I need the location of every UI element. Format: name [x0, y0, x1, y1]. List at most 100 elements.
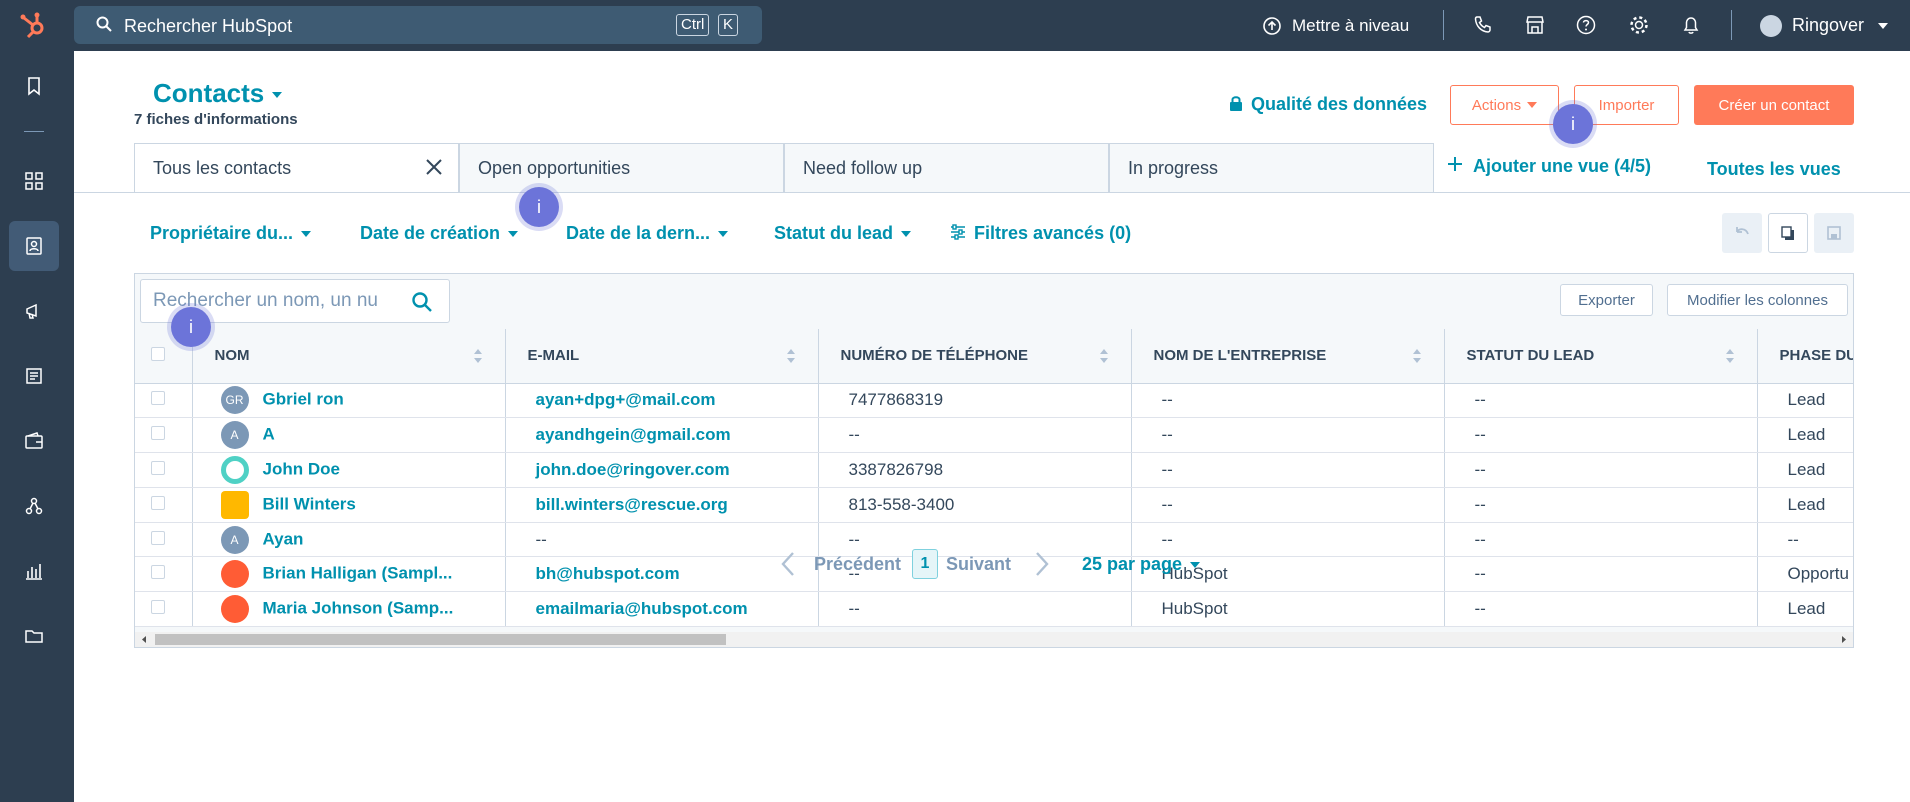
column-header-company[interactable]: NOM DE L'ENTREPRISE: [1131, 329, 1445, 384]
sidebar-item-commerce[interactable]: [9, 416, 59, 466]
contact-name-link[interactable]: John Doe: [263, 459, 340, 478]
reset-view-button[interactable]: [1722, 213, 1762, 253]
global-search-bar[interactable]: Rechercher HubSpot Ctrl K: [74, 6, 762, 44]
tab-open-opportunities[interactable]: Open opportunities: [459, 143, 784, 193]
account-menu[interactable]: Ringover: [1760, 0, 1889, 51]
actions-button[interactable]: Actions: [1450, 85, 1559, 125]
tour-beacon-table[interactable]: i: [171, 307, 211, 347]
row-checkbox[interactable]: [151, 391, 165, 406]
scroll-right-icon[interactable]: [1839, 632, 1849, 647]
filter-lead-status[interactable]: Statut du lead: [774, 223, 912, 244]
upgrade-button[interactable]: Mettre à niveau: [1262, 0, 1409, 51]
cell-lifecycle: Lead: [1757, 487, 1853, 523]
sidebar-item-marketing[interactable]: [9, 286, 59, 336]
record-count: 7 fiches d'informations: [134, 111, 298, 128]
contacts-table-container: Exporter Modifier les colonnes NOM E-MAI…: [134, 273, 1854, 648]
row-checkbox[interactable]: [151, 565, 165, 580]
search-icon[interactable]: [411, 291, 433, 313]
marketplace-icon[interactable]: [1523, 13, 1547, 37]
contact-name-link[interactable]: A: [263, 425, 275, 444]
all-views-link[interactable]: Toutes les vues: [1707, 159, 1841, 180]
tour-beacon-filters[interactable]: i: [519, 187, 559, 227]
tab-label: Open opportunities: [478, 158, 631, 178]
filter-last-activity-date[interactable]: Date de la dern...: [566, 223, 729, 244]
next-page-button[interactable]: Suivant: [946, 554, 1011, 575]
sidebar-item-workspaces[interactable]: [9, 156, 59, 206]
column-header-phone[interactable]: NUMÉRO DE TÉLÉPHONE: [818, 329, 1132, 384]
sort-icon[interactable]: [473, 348, 483, 364]
column-header-email[interactable]: E-MAIL: [505, 329, 819, 384]
filter-create-date[interactable]: Date de création: [360, 223, 519, 244]
contact-name-link[interactable]: Ayan: [263, 529, 304, 548]
contact-name-link[interactable]: Brian Halligan (Sampl...: [263, 564, 453, 583]
contact-name-link[interactable]: Bill Winters: [263, 494, 356, 513]
lock-icon: [1230, 96, 1242, 111]
row-checkbox[interactable]: [151, 426, 165, 441]
page-title[interactable]: Contacts: [153, 78, 283, 109]
column-header-lead-status[interactable]: STATUT DU LEAD: [1444, 329, 1758, 384]
email-link[interactable]: bh@hubspot.com: [536, 564, 680, 583]
tour-beacon-import[interactable]: i: [1553, 104, 1593, 144]
tab-in-progress[interactable]: In progress: [1109, 143, 1434, 193]
phone-icon[interactable]: [1471, 13, 1495, 37]
advanced-filters-button[interactable]: Filtres avancés (0): [950, 223, 1131, 244]
row-checkbox[interactable]: [151, 530, 165, 545]
email-link[interactable]: ayandhgein@gmail.com: [536, 425, 731, 444]
scroll-left-icon[interactable]: [139, 632, 149, 647]
sort-icon[interactable]: [786, 348, 796, 364]
chevron-down-icon: [301, 231, 312, 238]
contact-name-link[interactable]: Maria Johnson (Samp...: [263, 599, 454, 618]
select-all-checkbox[interactable]: [151, 346, 165, 361]
export-button[interactable]: Exporter: [1560, 284, 1653, 316]
sort-icon[interactable]: [1099, 348, 1109, 364]
email-link[interactable]: bill.winters@rescue.org: [536, 495, 728, 514]
create-contact-button[interactable]: Créer un contact: [1694, 85, 1854, 125]
sidebar-item-reporting[interactable]: [9, 546, 59, 596]
tab-all-contacts[interactable]: Tous les contacts: [134, 143, 459, 193]
cell-company: --: [1131, 487, 1445, 523]
hubspot-logo-icon[interactable]: [18, 9, 50, 41]
previous-page-button[interactable]: Précédent: [814, 554, 901, 575]
upgrade-arrow-icon: [1263, 16, 1281, 35]
filter-owner[interactable]: Propriétaire du...: [150, 223, 312, 244]
column-header-name[interactable]: NOM: [192, 329, 506, 384]
close-icon[interactable]: [424, 157, 444, 177]
chevron-right-icon[interactable]: [1034, 551, 1050, 577]
global-search-placeholder: Rechercher HubSpot: [124, 16, 293, 36]
plus-icon: [1448, 157, 1462, 171]
cell-email: bh@hubspot.com: [505, 556, 819, 593]
sidebar-item-contacts[interactable]: [9, 221, 59, 271]
row-checkbox[interactable]: [151, 495, 165, 510]
row-checkbox[interactable]: [151, 600, 165, 615]
data-quality-link[interactable]: Qualité des données: [1229, 94, 1427, 115]
row-checkbox[interactable]: [151, 460, 165, 475]
current-page[interactable]: 1: [912, 549, 938, 579]
horizontal-scrollbar[interactable]: [135, 632, 1853, 647]
sidebar-item-library[interactable]: [9, 611, 59, 661]
sidebar-item-bookmarks[interactable]: [9, 61, 59, 111]
per-page-selector[interactable]: 25 par page: [1082, 554, 1201, 575]
email-link[interactable]: emailmaria@hubspot.com: [536, 599, 748, 618]
sort-icon[interactable]: [1412, 348, 1422, 364]
save-view-button[interactable]: [1814, 213, 1854, 253]
contact-name-link[interactable]: Gbriel ron: [263, 390, 344, 409]
gear-icon[interactable]: [1627, 13, 1651, 37]
scrollbar-thumb[interactable]: [155, 634, 726, 645]
email-link[interactable]: john.doe@ringover.com: [536, 460, 730, 479]
hubspot-logo-icon: [220, 595, 249, 624]
email-link[interactable]: ayan+dpg+@mail.com: [536, 390, 716, 409]
edit-columns-button[interactable]: Modifier les colonnes: [1667, 284, 1848, 316]
sidebar-item-automation[interactable]: [9, 481, 59, 531]
column-header-lifecycle[interactable]: PHASE DU: [1757, 329, 1853, 384]
bell-icon[interactable]: [1679, 13, 1703, 37]
clone-view-button[interactable]: [1768, 213, 1808, 253]
chevron-left-icon[interactable]: [780, 551, 796, 577]
sliders-icon: [951, 224, 965, 240]
filter-label: Propriétaire du...: [150, 223, 294, 243]
add-view-button[interactable]: Ajouter une vue (4/5): [1447, 156, 1651, 177]
sidebar-item-content[interactable]: [9, 351, 59, 401]
sort-icon[interactable]: [1725, 348, 1735, 364]
help-icon[interactable]: [1574, 13, 1598, 37]
hubspot-logo-icon: [220, 560, 249, 589]
tab-need-follow-up[interactable]: Need follow up: [784, 143, 1109, 193]
